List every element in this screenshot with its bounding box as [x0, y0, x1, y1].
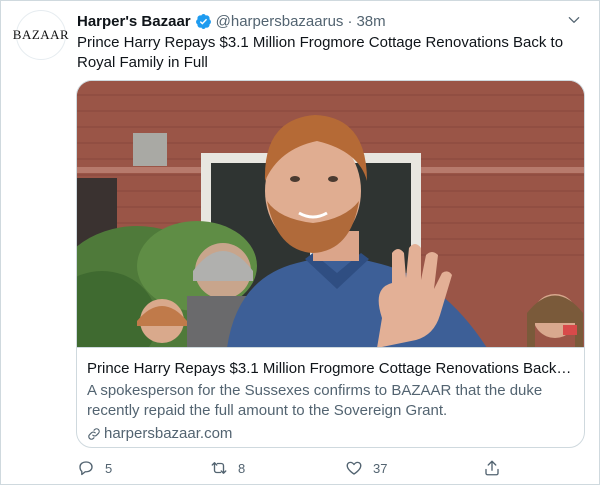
- tweet-timestamp[interactable]: 38m: [356, 13, 385, 30]
- like-count: 37: [373, 460, 388, 476]
- reply-count: 5: [105, 460, 113, 476]
- tweet-header: Harper's Bazaar @harpersbazaarus · 38m: [77, 11, 579, 31]
- heart-icon: [346, 461, 362, 475]
- card-domain-text: harpersbazaar.com: [104, 425, 233, 442]
- retweet-button[interactable]: 8: [210, 459, 245, 477]
- separator-dot: ·: [347, 12, 353, 30]
- like-button[interactable]: 37: [345, 459, 387, 477]
- card-body[interactable]: Prince Harry Repays $3.1 Million Frogmor…: [87, 359, 572, 444]
- reply-button[interactable]: 5: [77, 459, 112, 477]
- card-image[interactable]: [77, 81, 584, 348]
- tweet-container[interactable]: BAZAAR Harper's Bazaar @harpersbazaarus …: [0, 0, 600, 485]
- chevron-down-icon[interactable]: [567, 13, 581, 27]
- author-name[interactable]: Harper's Bazaar: [77, 13, 191, 30]
- avatar[interactable]: BAZAAR: [12, 10, 70, 60]
- link-card[interactable]: Prince Harry Repays $3.1 Million Frogmor…: [76, 80, 585, 448]
- tweet-text: Prince Harry Repays $3.1 Million Frogmor…: [77, 34, 564, 71]
- verified-badge-icon: [195, 13, 211, 29]
- avatar-logo-text: BAZAAR: [12, 27, 70, 42]
- tweet-actions: 5 8 37: [77, 459, 507, 479]
- retweet-icon: [211, 462, 227, 474]
- photo-prince-harry: [77, 81, 584, 347]
- share-icon: [485, 460, 499, 476]
- card-title[interactable]: Prince Harry Repays $3.1 Million Frogmor…: [87, 359, 572, 379]
- link-icon: [88, 428, 100, 440]
- share-button[interactable]: [483, 459, 501, 477]
- card-domain[interactable]: harpersbazaar.com: [87, 424, 572, 444]
- card-description: A spokesperson for the Sussexes confirms…: [87, 382, 543, 419]
- retweet-count: 8: [238, 460, 246, 476]
- author-handle[interactable]: @harpersbazaarus: [216, 13, 344, 30]
- reply-icon: [79, 461, 93, 476]
